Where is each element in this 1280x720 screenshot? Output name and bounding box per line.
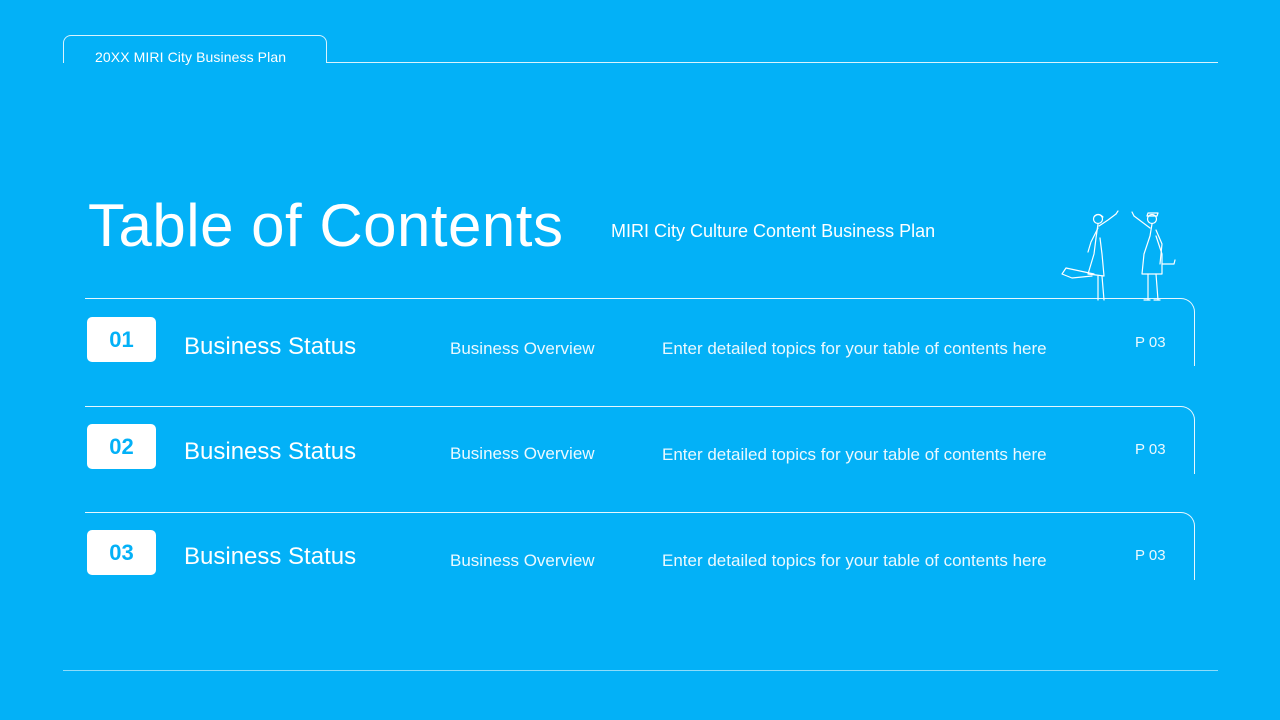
toc-number-badge: 02 bbox=[87, 424, 156, 469]
page-title: Table of Contents bbox=[88, 192, 564, 259]
page-subtitle: MIRI City Culture Content Business Plan bbox=[611, 221, 936, 241]
toc-row-3[interactable]: 03 Business Status Business Overview Ent… bbox=[85, 512, 1195, 580]
toc-title: Business Status bbox=[184, 438, 357, 465]
toc-detail: Enter detailed topics for your table of … bbox=[662, 445, 1047, 464]
toc-section: Business Overview bbox=[450, 339, 595, 358]
toc-page-number: P 03 bbox=[1135, 334, 1166, 351]
toc-number-badge: 03 bbox=[87, 530, 156, 575]
toc-number-badge: 01 bbox=[87, 317, 156, 362]
toc-title: Business Status bbox=[184, 333, 357, 360]
footer-divider bbox=[63, 670, 1218, 671]
toc-section: Business Overview bbox=[450, 444, 595, 463]
toc-title: Business Status bbox=[184, 543, 357, 570]
two-people-illustration-icon bbox=[1061, 210, 1176, 301]
toc-section: Business Overview bbox=[450, 551, 595, 570]
toc-detail: Enter detailed topics for your table of … bbox=[662, 339, 1047, 358]
toc-page-number: P 03 bbox=[1135, 441, 1166, 458]
toc-row-1[interactable]: 01 Business Status Business Overview Ent… bbox=[85, 298, 1195, 366]
header-label: 20XX MIRI City Business Plan bbox=[95, 49, 287, 65]
toc-row-2[interactable]: 02 Business Status Business Overview Ent… bbox=[85, 406, 1195, 474]
header-divider bbox=[327, 62, 1218, 63]
toc-page-number: P 03 bbox=[1135, 547, 1166, 564]
toc-detail: Enter detailed topics for your table of … bbox=[662, 551, 1047, 570]
